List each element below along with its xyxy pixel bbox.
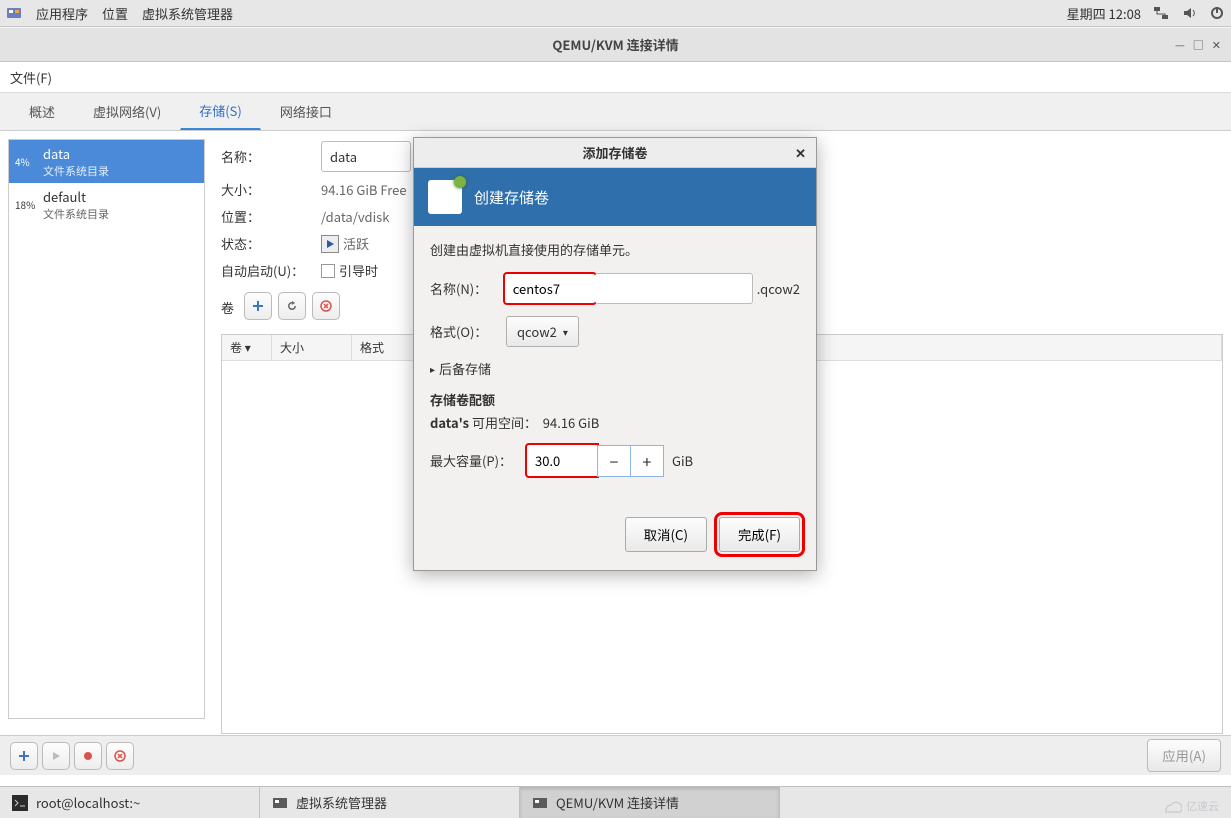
refresh-volume-button[interactable] [278, 292, 306, 320]
label-volume-name: 名称(N)： [430, 279, 504, 298]
pool-name-input[interactable]: data [321, 141, 411, 172]
col-volume[interactable]: 卷 ▾ [222, 335, 272, 360]
label-location: 位置： [221, 207, 321, 226]
taskbar-label: root@localhost:~ [36, 793, 140, 812]
apply-button[interactable]: 应用(A) [1147, 739, 1221, 772]
vmm-icon [272, 795, 288, 811]
available-space: data's 可用空间： 94.16 GiB [430, 413, 800, 432]
finish-button[interactable]: 完成(F) [719, 517, 800, 552]
disk-icon [428, 180, 462, 214]
pool-size-value: 94.16 GiB Free [321, 180, 407, 199]
pool-type: 文件系统目录 [43, 163, 109, 179]
pool-location-value: /data/vdisk [321, 207, 389, 226]
label-size: 大小： [221, 180, 321, 199]
bottom-toolbar: 应用(A) [0, 735, 1231, 775]
tab-virtual-networks[interactable]: 虚拟网络(V) [74, 93, 180, 130]
vmm-menu[interactable]: 虚拟系统管理器 [142, 4, 233, 23]
pool-item-default[interactable]: 18% default 文件系统目录 [9, 183, 204, 226]
add-volume-dialog: 添加存储卷 ✕ 创建存储卷 创建由虚拟机直接使用的存储单元。 名称(N)： .q… [413, 137, 817, 571]
dialog-close-button[interactable]: ✕ [795, 143, 806, 162]
taskbar-label: QEMU/KVM 连接详情 [556, 793, 679, 812]
tab-overview[interactable]: 概述 [10, 93, 74, 130]
taskbar-vmm[interactable]: 虚拟系统管理器 [260, 787, 520, 818]
pool-usage-pct: 18% [15, 197, 37, 212]
label-state: 状态： [221, 234, 321, 253]
tab-network-interfaces[interactable]: 网络接口 [261, 93, 351, 130]
delete-volume-button[interactable] [312, 292, 340, 320]
pool-item-data[interactable]: 4% data 文件系统目录 [9, 140, 204, 183]
label-volumes: 卷 [221, 298, 234, 317]
pool-name: default [43, 187, 109, 206]
activities-icon [6, 5, 22, 21]
label-name: 名称： [221, 147, 321, 166]
capacity-decrement[interactable]: − [597, 445, 631, 477]
format-select[interactable]: qcow2 [506, 316, 579, 347]
watermark: 亿速云 [1160, 798, 1219, 814]
delete-pool-button[interactable] [106, 742, 134, 770]
col-size[interactable]: 大小 [272, 335, 352, 360]
cancel-button[interactable]: 取消(C) [625, 517, 707, 552]
network-icon[interactable] [1153, 5, 1169, 21]
close-button[interactable]: ✕ [1212, 37, 1221, 53]
pool-sidebar: 4% data 文件系统目录 18% default 文件系统目录 [0, 131, 213, 731]
clock-label[interactable]: 星期四 12:08 [1067, 4, 1141, 23]
pool-name: data [43, 144, 109, 163]
window-title: QEMU/KVM 连接详情 [552, 35, 678, 54]
volume-extension: .qcow2 [757, 279, 800, 298]
label-autostart: 自动启动(U)： [221, 261, 321, 280]
autostart-label: 引导时 [339, 261, 378, 280]
dialog-header-title: 创建存储卷 [474, 187, 549, 208]
taskbar: root@localhost:~ 虚拟系统管理器 QEMU/KVM 连接详情 [0, 786, 1231, 818]
quota-heading: 存储卷配额 [430, 390, 800, 409]
start-pool-button[interactable] [42, 742, 70, 770]
taskbar-label: 虚拟系统管理器 [296, 793, 387, 812]
vmm-icon [532, 795, 548, 811]
maximize-button[interactable]: □ [1193, 37, 1204, 53]
autostart-checkbox[interactable] [321, 264, 335, 278]
pool-type: 文件系统目录 [43, 206, 109, 222]
power-icon[interactable] [1209, 5, 1225, 21]
capacity-input[interactable] [526, 444, 598, 477]
label-max-capacity: 最大容量(P)： [430, 451, 526, 470]
file-menu[interactable]: 文件(F) [10, 68, 52, 87]
capacity-unit: GiB [672, 451, 693, 470]
dialog-titlebar[interactable]: 添加存储卷 ✕ [414, 138, 816, 168]
stop-pool-button[interactable] [74, 742, 102, 770]
volume-name-input-extra[interactable] [595, 273, 753, 304]
pool-list[interactable]: 4% data 文件系统目录 18% default 文件系统目录 [8, 139, 205, 719]
dialog-description: 创建由虚拟机直接使用的存储单元。 [430, 240, 800, 259]
add-volume-button[interactable] [244, 292, 272, 320]
pool-usage-pct: 4% [15, 154, 37, 169]
add-pool-button[interactable] [10, 742, 38, 770]
places-menu[interactable]: 位置 [102, 4, 128, 23]
menubar: 文件(F) [0, 62, 1231, 93]
dialog-header: 创建存储卷 [414, 168, 816, 226]
window-titlebar[interactable]: QEMU/KVM 连接详情 — □ ✕ [0, 27, 1231, 62]
pool-state-value: 活跃 [343, 234, 369, 253]
terminal-icon [12, 795, 28, 811]
taskbar-terminal[interactable]: root@localhost:~ [0, 787, 260, 818]
tab-storage[interactable]: 存储(S) [180, 92, 261, 130]
backing-store-expander[interactable]: 后备存储 [430, 359, 800, 378]
active-icon [321, 235, 339, 253]
dialog-title: 添加存储卷 [582, 143, 647, 162]
tabs: 概述 虚拟网络(V) 存储(S) 网络接口 [0, 93, 1231, 131]
taskbar-connection-details[interactable]: QEMU/KVM 连接详情 [520, 787, 780, 818]
volume-name-input[interactable] [504, 273, 596, 304]
volume-icon[interactable] [1181, 5, 1197, 21]
label-format: 格式(O)： [430, 322, 506, 341]
capacity-increment[interactable]: + [630, 445, 664, 477]
minimize-button[interactable]: — [1175, 37, 1185, 53]
gnome-top-panel: 应用程序 位置 虚拟系统管理器 星期四 12:08 [0, 0, 1231, 27]
applications-menu[interactable]: 应用程序 [36, 4, 88, 23]
